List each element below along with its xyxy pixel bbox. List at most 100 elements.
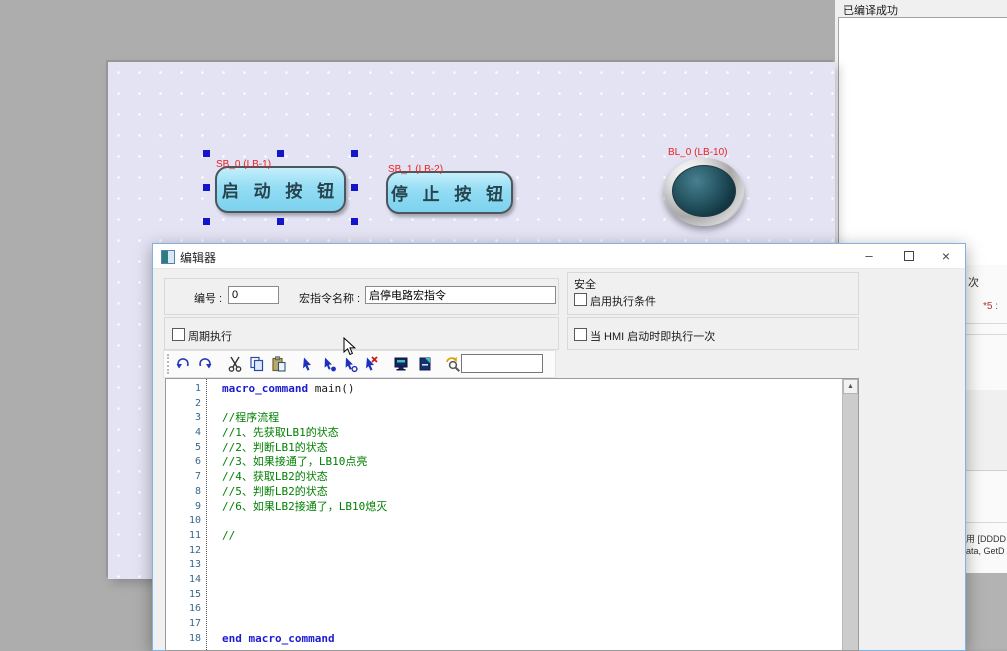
divider <box>966 522 1007 523</box>
code-lines[interactable]: macro_command main() //程序流程//1、先获取LB1的状态… <box>208 382 842 646</box>
code-line[interactable]: //5、判断LB2的状态 <box>208 485 842 500</box>
line-number: 9 <box>166 500 206 515</box>
line-number: 6 <box>166 455 206 470</box>
line-number: 17 <box>166 617 206 632</box>
lamp-lens <box>672 165 736 217</box>
code-line[interactable]: end macro_command <box>208 632 842 647</box>
toolbar-grip <box>167 354 169 374</box>
selection-handle[interactable] <box>351 150 358 157</box>
macro-id-input[interactable] <box>228 286 279 304</box>
line-number: 8 <box>166 485 206 500</box>
line-number: 1 <box>166 382 206 397</box>
step-over-icon[interactable] <box>341 355 359 373</box>
line-number: 4 <box>166 426 206 441</box>
scroll-up-icon[interactable]: ▲ <box>843 379 858 394</box>
macro-id-label: 编号 : <box>194 290 222 306</box>
divider <box>966 323 1007 324</box>
selection-handle[interactable] <box>351 218 358 225</box>
stop-button-tag: SB_1 (LB-2) <box>388 164 443 175</box>
compile-icon[interactable] <box>392 355 410 373</box>
code-line[interactable] <box>208 573 842 588</box>
import-icon[interactable] <box>416 355 434 373</box>
copy-icon[interactable] <box>248 355 266 373</box>
debug-pointer-icon[interactable] <box>298 355 316 373</box>
macro-code-editor[interactable]: 123456789101112131415161718 macro_comman… <box>165 378 859 651</box>
toolbar-search-input[interactable] <box>461 354 543 373</box>
code-line[interactable]: //6、如果LB2接通了，LB10熄灭 <box>208 500 842 515</box>
stop-button-widget[interactable]: 停 止 按 钮 <box>386 171 513 214</box>
line-number: 14 <box>166 573 206 588</box>
run-once-checkbox[interactable] <box>574 328 587 341</box>
code-line[interactable] <box>208 544 842 559</box>
undo-icon[interactable] <box>174 355 192 373</box>
code-line[interactable]: //2、判断LB1的状态 <box>208 441 842 456</box>
code-line[interactable]: //4、获取LB2的状态 <box>208 470 842 485</box>
minimize-button[interactable]: – <box>853 244 885 268</box>
title-bar[interactable]: 编辑器 – × <box>153 244 965 269</box>
maximize-button[interactable] <box>893 244 925 268</box>
macro-name-label: 宏指令名称 : <box>299 290 360 306</box>
selection-handle[interactable] <box>203 184 210 191</box>
macro-editor-window: 编辑器 – × 编号 : 宏指令名称 : 安全 启用执行条件 周期执行 当 HM… <box>152 243 966 651</box>
line-number-gutter: 123456789101112131415161718 <box>166 379 207 650</box>
periodic-label: 周期执行 <box>188 328 232 344</box>
window-icon <box>161 250 175 264</box>
line-number: 15 <box>166 588 206 603</box>
code-line[interactable] <box>208 558 842 573</box>
divider <box>966 334 1007 335</box>
code-line[interactable] <box>208 617 842 632</box>
code-line[interactable] <box>208 514 842 529</box>
code-line[interactable] <box>208 397 842 412</box>
truncated-text: 用 [DDDD <box>966 532 1007 545</box>
start-button-widget[interactable]: 启 动 按 钮 <box>215 166 346 213</box>
line-number: 18 <box>166 632 206 647</box>
debug-stop-icon[interactable] <box>361 355 379 373</box>
code-line[interactable]: //1、先获取LB1的状态 <box>208 426 842 441</box>
vertical-scrollbar[interactable]: ▲ <box>842 379 858 650</box>
enable-condition-checkbox[interactable] <box>574 293 587 306</box>
line-number: 10 <box>166 514 206 529</box>
maximize-icon <box>904 251 914 261</box>
periodic-checkbox[interactable] <box>172 328 185 341</box>
indicator-lamp-widget[interactable] <box>664 158 744 226</box>
lamp-tag: BL_0 (LB-10) <box>668 147 727 158</box>
selection-handle[interactable] <box>277 150 284 157</box>
code-line[interactable]: //程序流程 <box>208 411 842 426</box>
line-number: 7 <box>166 470 206 485</box>
selection-handle[interactable] <box>203 218 210 225</box>
paste-icon[interactable] <box>270 355 288 373</box>
window-title: 编辑器 <box>180 249 216 266</box>
line-number: 11 <box>166 529 206 544</box>
truncated-text: *5 : <box>983 301 998 312</box>
start-button-label: 启 动 按 钮 <box>222 177 339 202</box>
editor-toolbar <box>163 350 556 378</box>
compile-message-listbox[interactable] <box>838 17 1007 267</box>
code-line[interactable]: macro_command main() <box>208 382 842 397</box>
code-line[interactable]: // <box>208 529 842 544</box>
cut-icon[interactable] <box>226 355 244 373</box>
step-into-icon[interactable] <box>320 355 338 373</box>
macro-id-groupbox: 编号 : 宏指令名称 : <box>164 278 559 315</box>
run-once-groupbox: 当 HMI 启动时即执行一次 <box>567 317 859 350</box>
line-number: 16 <box>166 602 206 617</box>
mouse-cursor <box>343 337 357 357</box>
security-groupbox: 安全 启用执行条件 <box>567 272 859 315</box>
line-number: 5 <box>166 441 206 456</box>
line-number: 13 <box>166 558 206 573</box>
close-button[interactable]: × <box>930 244 962 268</box>
selection-handle[interactable] <box>351 184 358 191</box>
line-number: 2 <box>166 397 206 412</box>
enable-condition-label: 启用执行条件 <box>590 293 656 309</box>
start-button-tag: SB_0 (LB-1) <box>216 159 271 170</box>
macro-name-input[interactable] <box>365 286 556 304</box>
redo-icon[interactable] <box>196 355 214 373</box>
selection-handle[interactable] <box>277 218 284 225</box>
selection-handle[interactable] <box>203 150 210 157</box>
compile-status-label: 已编译成功 <box>843 2 898 18</box>
code-line[interactable] <box>208 588 842 603</box>
run-once-label: 当 HMI 启动时即执行一次 <box>590 328 715 344</box>
code-line[interactable]: //3、如果接通了，LB10点亮 <box>208 455 842 470</box>
truncated-text: 次 <box>968 274 979 290</box>
code-line[interactable] <box>208 602 842 617</box>
find-replace-icon[interactable] <box>444 355 462 373</box>
